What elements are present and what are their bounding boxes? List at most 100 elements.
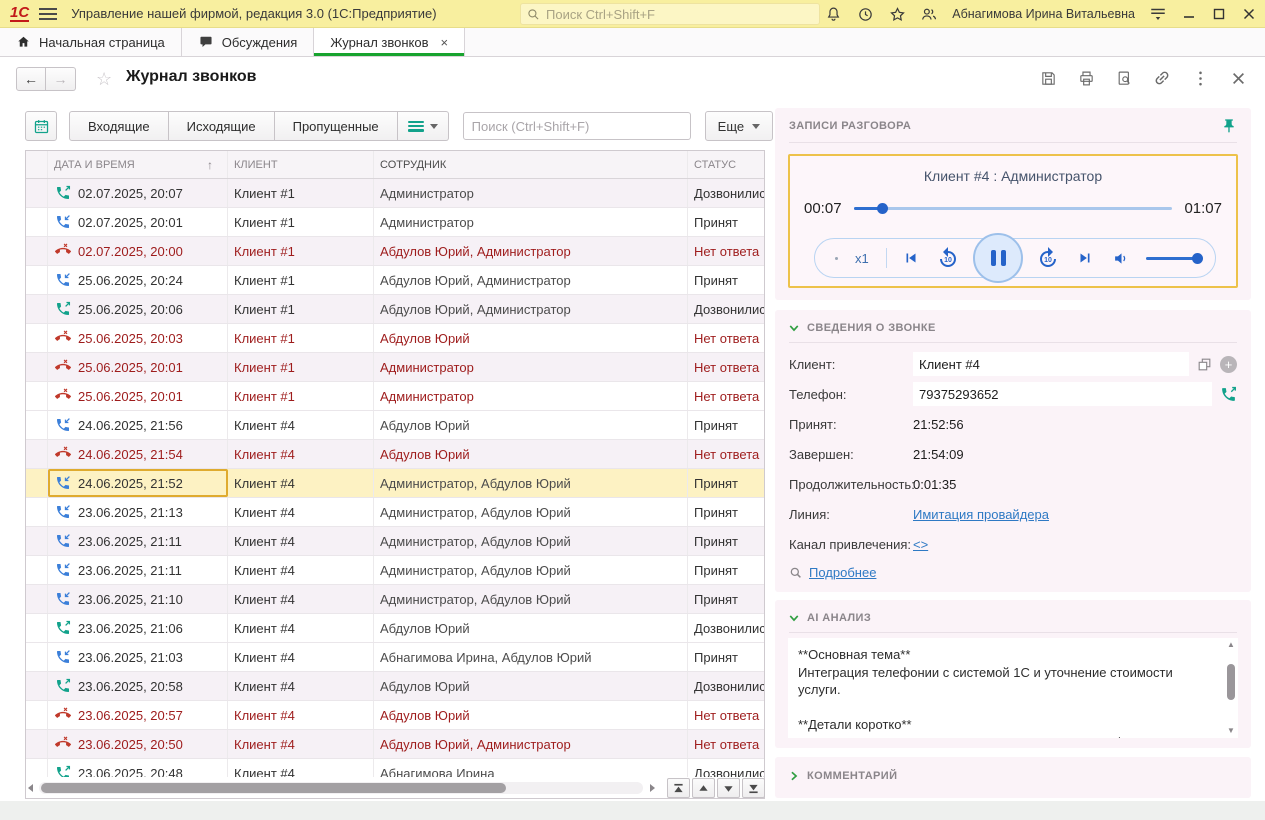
row-up-button[interactable] [692,778,715,798]
client-cell[interactable]: Клиент #4 [228,527,374,555]
row-down-button[interactable] [717,778,740,798]
employee-cell[interactable]: Администратор [374,208,688,236]
table-row[interactable]: 23.06.2025, 20:58Клиент #4Абдулов ЮрийДо… [26,672,764,701]
datetime-cell[interactable]: 24.06.2025, 21:54 [48,440,228,468]
go-to-first-row-button[interactable] [667,778,690,798]
chevron-down-icon[interactable] [789,613,799,623]
client-cell[interactable]: Клиент #4 [228,498,374,526]
employee-cell[interactable]: Абдулов Юрий [374,614,688,642]
horizontal-scrollbar[interactable] [39,782,643,794]
maximize-button[interactable] [1211,6,1227,22]
back-button[interactable]: ← [16,67,46,91]
history-icon[interactable] [856,5,874,23]
employee-cell[interactable]: Администратор, Абдулов Юрий [374,556,688,584]
status-cell[interactable]: Принят [688,527,764,555]
table-row[interactable]: 23.06.2025, 21:11Клиент #4Администратор,… [26,556,764,585]
datetime-cell[interactable]: 25.06.2025, 20:01 [48,382,228,410]
employee-cell[interactable]: Администратор [374,179,688,207]
table-row[interactable]: 23.06.2025, 21:10Клиент #4Администратор,… [26,585,764,614]
table-row[interactable]: 23.06.2025, 20:48Клиент #4Абнагимова Ири… [26,759,764,777]
employee-cell[interactable]: Абдулов Юрий, Администратор [374,295,688,323]
datetime-cell[interactable]: 23.06.2025, 21:11 [48,556,228,584]
detail-field-link[interactable]: <> [913,537,928,552]
employee-cell[interactable]: Абдулов Юрий [374,324,688,352]
datetime-cell[interactable]: 25.06.2025, 20:06 [48,295,228,323]
datetime-cell[interactable]: 25.06.2025, 20:03 [48,324,228,352]
horizontal-scrollbar-thumb[interactable] [41,783,506,793]
tab-discussions[interactable]: Обсуждения [182,28,315,56]
table-row[interactable]: 23.06.2025, 21:13Клиент #4Администратор,… [26,498,764,527]
status-cell[interactable]: Принят [688,411,764,439]
scroll-right-icon[interactable] [647,783,657,793]
more-actions-kebab-icon[interactable] [1191,69,1209,87]
employee-cell[interactable]: Администратор [374,382,688,410]
list-search-input[interactable]: Поиск (Ctrl+Shift+F) [463,112,691,140]
client-cell[interactable]: Клиент #4 [228,759,374,777]
status-cell[interactable]: Принят [688,556,764,584]
detail-field-input[interactable]: Клиент #4 [913,352,1189,376]
datetime-cell[interactable]: 23.06.2025, 21:03 [48,643,228,671]
client-cell[interactable]: Клиент #1 [228,237,374,265]
employee-cell[interactable]: Абнагимова Ирина [374,759,688,777]
datetime-cell[interactable]: 25.06.2025, 20:01 [48,353,228,381]
client-cell[interactable]: Клиент #1 [228,208,374,236]
seek-slider-knob[interactable] [877,203,888,214]
employee-cell[interactable]: Абдулов Юрий [374,672,688,700]
datetime-cell[interactable]: 23.06.2025, 21:13 [48,498,228,526]
status-cell[interactable]: Дозвонились [688,179,764,207]
filter-missed-button[interactable]: Пропущенные [275,111,398,141]
table-row[interactable]: 02.07.2025, 20:01Клиент #1АдминистраторП… [26,208,764,237]
close-form-icon[interactable] [1229,69,1247,87]
forward-10-button[interactable]: 10 [1036,246,1060,270]
pin-icon[interactable] [1221,118,1237,134]
employee-cell[interactable]: Абдулов Юрий [374,411,688,439]
filter-outgoing-button[interactable]: Исходящие [169,111,275,141]
print-icon[interactable] [1077,69,1095,87]
client-cell[interactable]: Клиент #1 [228,324,374,352]
global-search-input[interactable]: Поиск Ctrl+Shift+F [520,3,820,25]
client-cell[interactable]: Клиент #1 [228,179,374,207]
client-cell[interactable]: Клиент #1 [228,295,374,323]
volume-icon[interactable] [1110,246,1134,270]
employee-cell[interactable]: Абдулов Юрий, Администратор [374,237,688,265]
status-cell[interactable]: Принят [688,208,764,236]
status-cell[interactable]: Дозвонились [688,614,764,642]
employee-cell[interactable]: Абдулов Юрий, Администратор [374,266,688,294]
page-favorite-star-icon[interactable]: ☆ [96,69,112,90]
open-record-icon[interactable] [1197,357,1212,372]
datetime-cell[interactable]: 02.07.2025, 20:00 [48,237,228,265]
tab-home[interactable]: Начальная страница [0,28,182,56]
tab-call-journal[interactable]: Журнал звонков × [314,28,465,56]
client-cell[interactable]: Клиент #4 [228,701,374,729]
skip-to-end-button[interactable] [1073,246,1097,270]
client-cell[interactable]: Клиент #4 [228,614,374,642]
table-row[interactable]: 25.06.2025, 20:06Клиент #1Абдулов Юрий, … [26,295,764,324]
volume-slider[interactable] [1146,257,1201,260]
rewind-10-button[interactable]: 10 [936,246,960,270]
detail-field-input[interactable]: 79375293652 [913,382,1212,406]
client-cell[interactable]: Клиент #4 [228,643,374,671]
employee-cell[interactable]: Абнагимова Ирина, Абдулов Юрий [374,643,688,671]
details-link[interactable]: Подробнее [809,565,876,580]
employee-cell[interactable]: Администратор, Абдулов Юрий [374,527,688,555]
table-row[interactable]: 02.07.2025, 20:07Клиент #1АдминистраторД… [26,179,764,208]
table-row[interactable]: 23.06.2025, 21:11Клиент #4Администратор,… [26,527,764,556]
detail-field-link[interactable]: Имитация провайдера [913,507,1049,522]
employee-cell[interactable]: Администратор, Абдулов Юрий [374,585,688,613]
client-cell[interactable]: Клиент #4 [228,469,374,497]
minimize-button[interactable] [1181,6,1197,22]
status-cell[interactable]: Нет ответа [688,353,764,381]
status-cell[interactable]: Принят [688,585,764,613]
client-cell[interactable]: Клиент #4 [228,672,374,700]
chevron-right-icon[interactable] [789,771,799,781]
client-cell[interactable]: Клиент #1 [228,353,374,381]
pause-button[interactable] [973,233,1023,283]
chevron-down-icon[interactable] [789,323,799,333]
more-menu-button[interactable]: Еще [705,111,773,141]
table-row[interactable]: 25.06.2025, 20:24Клиент #1Абдулов Юрий, … [26,266,764,295]
datetime-column-header[interactable]: ДАТА И ВРЕМЯ ↑ [48,151,228,178]
datetime-cell[interactable]: 24.06.2025, 21:56 [48,411,228,439]
table-row[interactable]: 23.06.2025, 20:57Клиент #4Абдулов ЮрийНе… [26,701,764,730]
close-window-button[interactable] [1241,6,1257,22]
employee-cell[interactable]: Администратор, Абдулов Юрий [374,498,688,526]
